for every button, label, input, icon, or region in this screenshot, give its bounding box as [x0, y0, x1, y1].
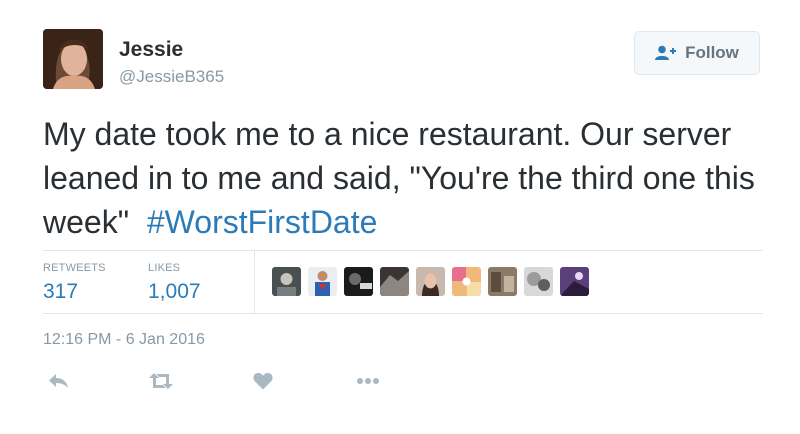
display-name[interactable]: Jessie [119, 38, 183, 62]
stats-divider-bottom [43, 313, 763, 314]
likes-count: 1,007 [148, 280, 201, 303]
liker-avatar[interactable] [524, 267, 553, 296]
retweets-label: RETWEETS [43, 262, 106, 274]
retweet-button[interactable] [146, 366, 176, 396]
liker-avatar[interactable] [452, 267, 481, 296]
liker-avatar[interactable] [272, 267, 301, 296]
stats-divider-top [43, 250, 763, 251]
reply-button[interactable] [43, 366, 73, 396]
liker-avatar[interactable] [380, 267, 409, 296]
tweet-timestamp[interactable]: 12:16 PM - 6 Jan 2016 [43, 331, 205, 349]
hashtag-link[interactable]: #WorstFirstDate [147, 204, 378, 240]
stats-divider-vertical [254, 250, 255, 313]
reply-icon [49, 374, 68, 388]
avatar[interactable] [43, 29, 103, 89]
liker-avatar[interactable] [344, 267, 373, 296]
more-icon [357, 378, 379, 384]
more-button[interactable] [353, 366, 383, 396]
follow-button-label: Follow [685, 43, 739, 62]
like-icon [253, 372, 273, 390]
likes-stat[interactable]: LIKES 1,007 [148, 262, 201, 304]
liker-avatar[interactable] [308, 267, 337, 296]
liker-avatar[interactable] [416, 267, 445, 296]
like-button[interactable] [248, 366, 278, 396]
follow-person-icon [655, 45, 677, 60]
retweet-icon [149, 373, 173, 389]
liker-avatar[interactable] [488, 267, 517, 296]
tweet-text: My date took me to a nice restaurant. Ou… [43, 112, 783, 244]
user-handle[interactable]: @JessieB365 [119, 67, 224, 87]
liker-avatar[interactable] [560, 267, 589, 296]
retweets-count: 317 [43, 280, 79, 303]
retweets-stat[interactable]: RETWEETS 317 [43, 262, 106, 304]
likes-label: LIKES [148, 262, 181, 274]
follow-button[interactable]: Follow [634, 31, 760, 75]
likers-avatars [272, 267, 589, 296]
